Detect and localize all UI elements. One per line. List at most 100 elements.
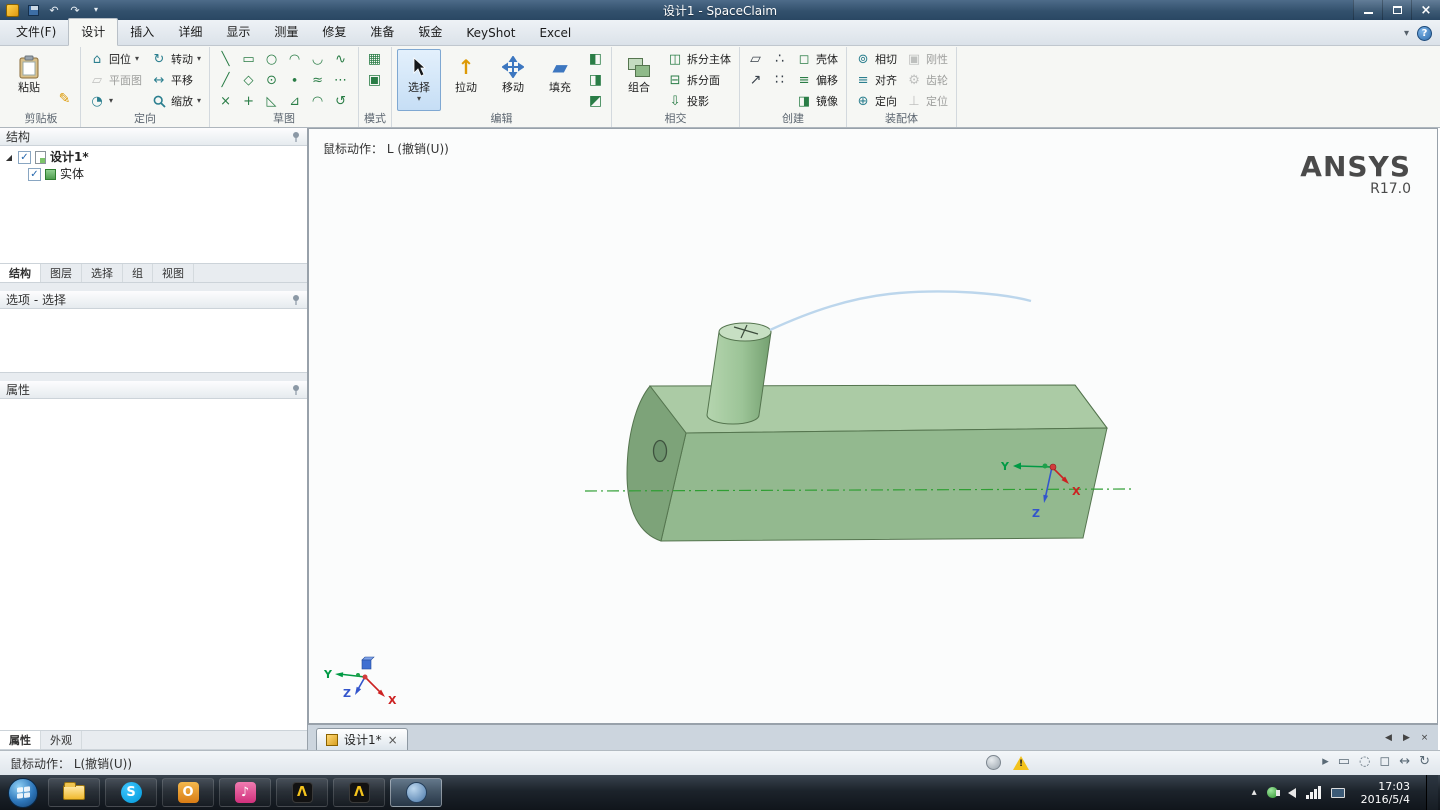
lasso-select-icon[interactable]: ◌ — [1359, 754, 1370, 769]
taskbar-explorer-button[interactable] — [48, 778, 100, 807]
scroll-right-icon[interactable]: ▶ — [1399, 730, 1414, 745]
panel-tab-views[interactable]: 视图 — [153, 264, 194, 282]
pin-icon[interactable] — [291, 384, 301, 396]
warning-icon[interactable]: ! — [1013, 756, 1029, 770]
align-button[interactable]: ≡ 对齐 — [852, 70, 900, 90]
offset-button[interactable]: ≡ 偏移 — [793, 70, 841, 90]
zoom-button[interactable]: 缩放 ▾ — [148, 91, 204, 111]
shell-button[interactable]: ◻ 壳体 — [793, 49, 841, 69]
sketch-fillet-button[interactable]: ◠ — [307, 91, 328, 111]
sketch-circle-button[interactable]: ○ — [261, 49, 282, 69]
sketch-offset-curve-button[interactable]: ≈ — [307, 70, 328, 90]
fill-button[interactable]: ▰ 填充 — [538, 49, 582, 111]
plane-button[interactable]: ▱ — [745, 49, 766, 69]
project-button[interactable]: ⇩ 投影 — [664, 91, 734, 111]
plan-view-button[interactable]: ▱ 平面图 — [86, 70, 145, 90]
edit-extra-1-button[interactable]: ◧ — [585, 49, 606, 69]
taskbar-spaceclaim-button[interactable] — [390, 778, 442, 807]
pan-tool-icon[interactable]: ↔ — [1399, 754, 1410, 769]
close-tab-icon[interactable]: × — [1417, 730, 1432, 745]
minimize-button[interactable] — [1353, 0, 1382, 20]
pin-icon[interactable] — [291, 294, 301, 306]
taskbar-ansys-button-2[interactable]: Λ — [333, 778, 385, 807]
sketch-corner-button[interactable]: ◺ — [261, 91, 282, 111]
pull-button[interactable]: ↑ 拉动 — [444, 49, 488, 111]
rotate-tool-icon[interactable]: ↻ — [1419, 754, 1430, 769]
tab-keyshot[interactable]: KeyShot — [454, 22, 527, 45]
sketch-pattern-button[interactable]: ⋯ — [330, 70, 351, 90]
pan-button[interactable]: ↔ 平移 — [148, 70, 204, 90]
save-button[interactable] — [26, 3, 40, 17]
sketch-ellipse-button[interactable]: ◇ — [238, 70, 259, 90]
design-checkbox[interactable]: ✓ — [18, 151, 31, 164]
sketch-point-button[interactable]: ∙ — [284, 70, 305, 90]
solid-label[interactable]: 实体 — [60, 168, 84, 181]
sketch-line-button[interactable]: ╲ — [215, 49, 236, 69]
spin-button[interactable]: ↻ 转动 ▾ — [148, 49, 204, 69]
app-icon[interactable] — [6, 4, 19, 17]
qat-customize-button[interactable]: ▾ — [89, 3, 103, 17]
sketch-extend-button[interactable]: + — [238, 91, 259, 111]
solid-mode-button[interactable]: ▣ — [364, 70, 385, 90]
sketch-rectangle-button[interactable]: ▭ — [238, 49, 259, 69]
cursor-tool-icon[interactable]: ▸ — [1322, 754, 1329, 769]
split-face-button[interactable]: ⊟ 拆分面 — [664, 70, 734, 90]
restore-button[interactable] — [1382, 0, 1411, 20]
edit-extra-2-button[interactable]: ◨ — [585, 70, 606, 90]
3d-scene[interactable]: Y X Z Y X Z — [309, 129, 1438, 724]
tab-sheetmetal[interactable]: 钣金 — [406, 19, 454, 45]
taskbar-clock[interactable]: 17:03 2016/5/4 — [1355, 780, 1416, 806]
combine-button[interactable]: 组合 — [617, 49, 661, 111]
orient-button[interactable]: ⊕ 定向 — [852, 91, 900, 111]
tree-item-solid[interactable]: ✓ 实体 — [4, 166, 303, 183]
anchor-button[interactable]: ⊥ 定位 — [903, 91, 951, 111]
performance-meter-icon[interactable] — [1306, 786, 1321, 799]
taskbar-outlook-button[interactable]: O — [162, 778, 214, 807]
tab-insert[interactable]: 插入 — [118, 19, 166, 45]
tab-repair[interactable]: 修复 — [310, 19, 358, 45]
taskbar-media-button[interactable]: ♪ — [219, 778, 271, 807]
sketch-circle-3pt-button[interactable]: ⊙ — [261, 70, 282, 90]
box-select-icon[interactable]: ▭ — [1338, 754, 1350, 769]
sketch-mode-button[interactable]: ▦ — [364, 49, 385, 69]
gears-button[interactable]: ⚙ 齿轮 — [903, 70, 951, 90]
tab-excel[interactable]: Excel — [527, 22, 583, 45]
sketch-trim-button[interactable]: × — [215, 91, 236, 111]
volume-icon[interactable] — [1288, 788, 1296, 798]
bottom-tab-properties[interactable]: 属性 — [0, 731, 41, 749]
minimize-ribbon-icon[interactable]: ▾ — [1404, 28, 1409, 39]
taskbar-ansys-button-1[interactable]: Λ — [276, 778, 328, 807]
scroll-left-icon[interactable]: ◀ — [1381, 730, 1396, 745]
tree-item-design[interactable]: ◢ ✓ 设计1* — [4, 149, 303, 166]
start-button[interactable] — [8, 778, 38, 808]
document-close-icon[interactable]: × — [388, 734, 398, 746]
mirror-button[interactable]: ◨ 镜像 — [793, 91, 841, 111]
paste-button[interactable]: 粘贴 — [7, 49, 51, 111]
origin-button[interactable]: ∴ — [769, 49, 790, 69]
point-pattern-button[interactable]: ∷ — [769, 70, 790, 90]
tab-design[interactable]: 设计 — [68, 18, 118, 46]
sketch-chamfer-button[interactable]: ⊿ — [284, 91, 305, 111]
expander-icon[interactable]: ◢ — [4, 153, 14, 162]
select-button[interactable]: 选择 ▾ — [397, 49, 441, 111]
orbit-button[interactable]: ◔ ▾ — [86, 91, 145, 111]
sketch-tangent-arc-button[interactable]: ◡ — [307, 49, 328, 69]
design-viewport[interactable]: Y X Z Y X Z — [308, 128, 1438, 724]
undo-button[interactable]: ↶ — [47, 3, 61, 17]
sphere-status-icon[interactable] — [986, 755, 1001, 770]
redo-button[interactable]: ↷ — [68, 3, 82, 17]
panel-tab-selection[interactable]: 选择 — [82, 264, 123, 282]
sketch-spline-button[interactable]: ∿ — [330, 49, 351, 69]
tab-measure[interactable]: 测量 — [262, 19, 310, 45]
panel-tab-groups[interactable]: 组 — [123, 264, 153, 282]
close-button[interactable]: × — [1411, 0, 1440, 20]
document-tab[interactable]: 设计1* × — [316, 728, 408, 750]
design-label[interactable]: 设计1* — [50, 151, 89, 164]
tab-display[interactable]: 显示 — [214, 19, 262, 45]
split-body-button[interactable]: ◫ 拆分主体 — [664, 49, 734, 69]
taskbar-skype-button[interactable]: S — [105, 778, 157, 807]
sketch-construction-line-button[interactable]: ╱ — [215, 70, 236, 90]
tab-prepare[interactable]: 准备 — [358, 19, 406, 45]
zoom-fit-icon[interactable]: ◻ — [1379, 754, 1390, 769]
show-desktop-button[interactable] — [1426, 775, 1438, 810]
